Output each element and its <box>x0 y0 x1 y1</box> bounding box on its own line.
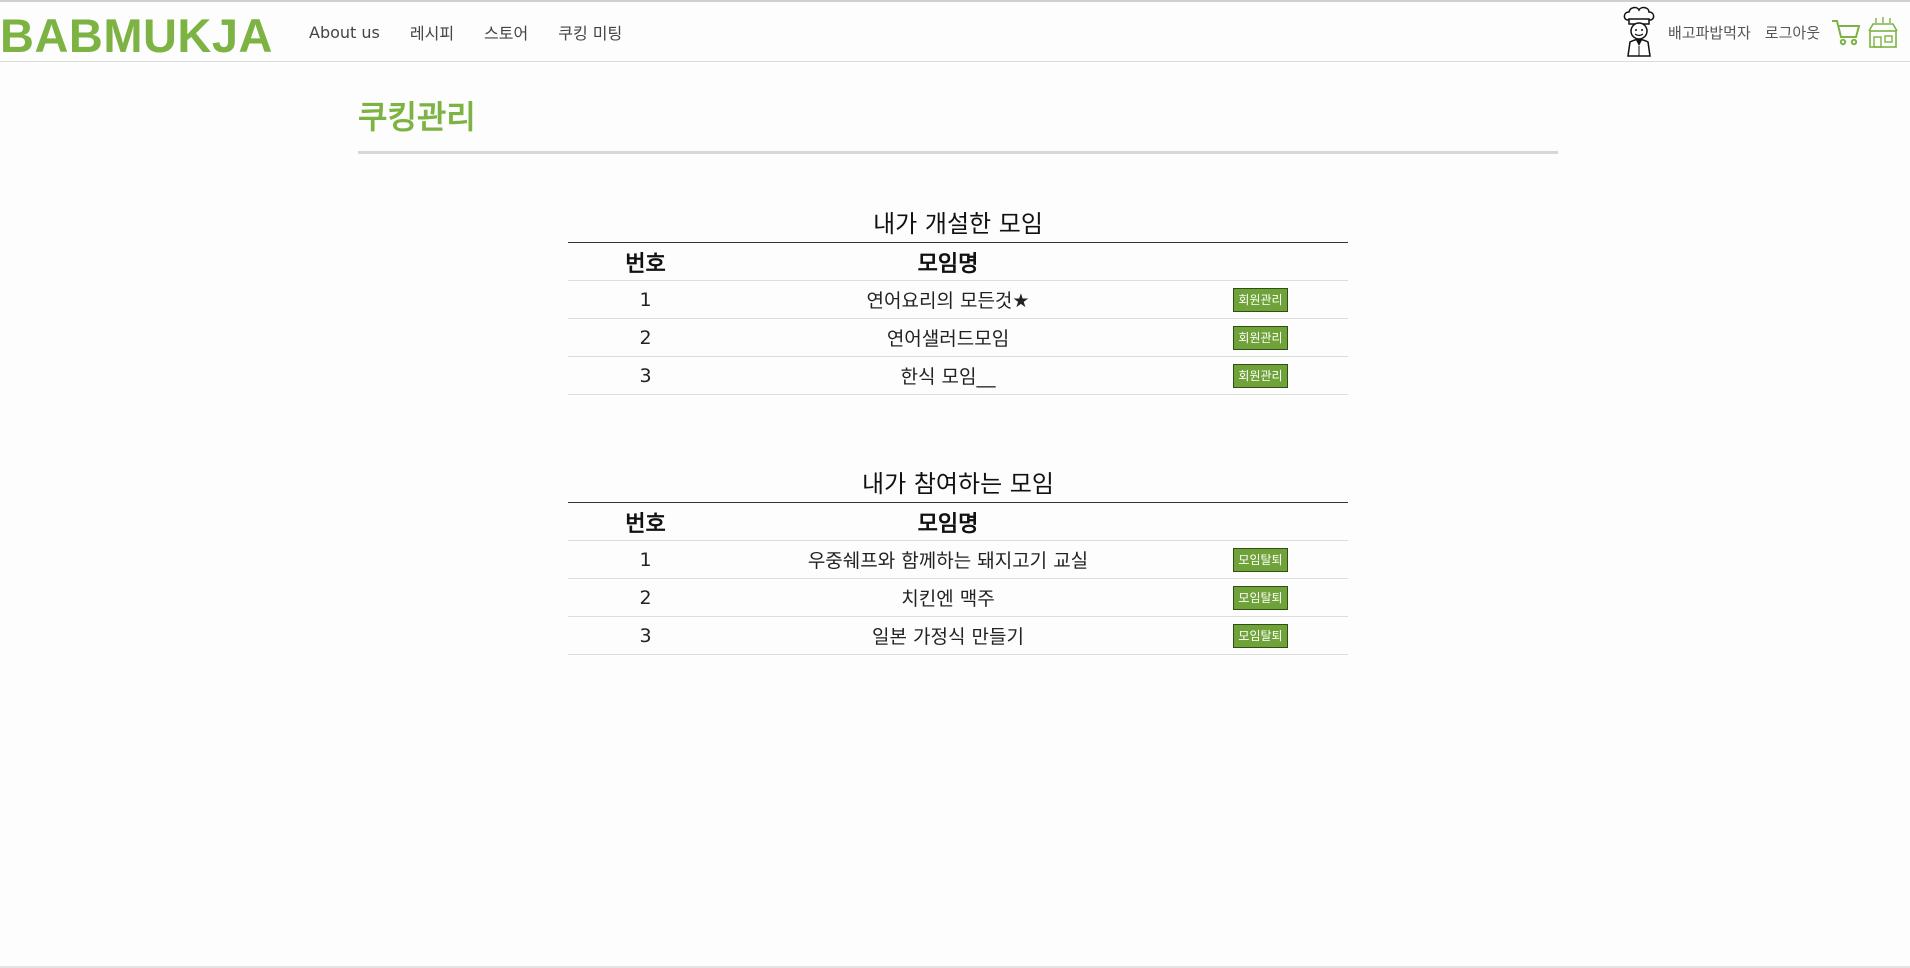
header-number: 번호 <box>568 502 723 541</box>
table-row: 2 연어샐러드모임 회원관리 <box>568 318 1348 357</box>
user-name-link[interactable]: 배고파밥먹자 <box>1668 22 1751 43</box>
user-area: 배고파밥먹자 로그아웃 <box>1619 2 1900 62</box>
row-action-cell: 회원관리 <box>1173 280 1348 319</box>
page-title: 쿠킹관리 <box>358 98 476 136</box>
joined-meetings-section: 내가 참여하는 모임 번호 모임명 1 우중쉐프와 함께하는 돼지고기 교실 모… <box>568 466 1348 655</box>
nav-recipe[interactable]: 레시피 <box>410 20 454 44</box>
row-meeting-name[interactable]: 일본 가정식 만들기 <box>723 616 1173 655</box>
table-row: 1 연어요리의 모든것★ 회원관리 <box>568 280 1348 319</box>
site-header: BABMUKJA About us 레시피 스토어 쿠킹 미팅 배고파밥먹자 로… <box>0 2 1910 62</box>
title-divider <box>358 151 1558 154</box>
header-meeting-name: 모임명 <box>723 502 1173 541</box>
table-row: 3 일본 가정식 만들기 모임탈퇴 <box>568 616 1348 655</box>
row-action-cell: 회원관리 <box>1173 356 1348 395</box>
site-logo[interactable]: BABMUKJA <box>0 8 273 64</box>
cart-icon[interactable] <box>1830 17 1862 47</box>
row-meeting-name[interactable]: 연어요리의 모든것★ <box>723 280 1173 319</box>
joined-meetings-table: 번호 모임명 1 우중쉐프와 함께하는 돼지고기 교실 모임탈퇴 2 치킨엔 맥… <box>568 502 1348 655</box>
row-number: 1 <box>568 280 723 319</box>
nav-cooking-meeting[interactable]: 쿠킹 미팅 <box>558 20 622 44</box>
header-action <box>1173 242 1348 281</box>
row-number: 1 <box>568 540 723 579</box>
store-icon[interactable] <box>1866 15 1900 49</box>
header-meeting-name: 모임명 <box>723 242 1173 281</box>
row-action-cell: 모임탈퇴 <box>1173 578 1348 617</box>
manage-members-button[interactable]: 회원관리 <box>1233 364 1288 388</box>
row-number: 3 <box>568 616 723 655</box>
header-number: 번호 <box>568 242 723 281</box>
header-action <box>1173 502 1348 541</box>
manage-members-button[interactable]: 회원관리 <box>1233 288 1288 312</box>
manage-members-button[interactable]: 회원관리 <box>1233 326 1288 350</box>
nav-about-us[interactable]: About us <box>309 23 380 42</box>
row-meeting-name[interactable]: 한식 모임__ <box>723 356 1173 395</box>
row-meeting-name[interactable]: 연어샐러드모임 <box>723 318 1173 357</box>
leave-meeting-button[interactable]: 모임탈퇴 <box>1233 586 1288 610</box>
row-meeting-name[interactable]: 우중쉐프와 함께하는 돼지고기 교실 <box>723 540 1173 579</box>
table-row: 2 치킨엔 맥주 모임탈퇴 <box>568 578 1348 617</box>
logout-link[interactable]: 로그아웃 <box>1765 22 1820 43</box>
nav-store[interactable]: 스토어 <box>484 20 528 44</box>
row-action-cell: 모임탈퇴 <box>1173 540 1348 579</box>
hosted-meetings-title: 내가 개설한 모임 <box>873 210 1043 238</box>
table-header-row: 번호 모임명 <box>568 502 1348 541</box>
leave-meeting-button[interactable]: 모임탈퇴 <box>1233 624 1288 648</box>
row-action-cell: 모임탈퇴 <box>1173 616 1348 655</box>
joined-meetings-title: 내가 참여하는 모임 <box>862 470 1054 498</box>
table-header-row: 번호 모임명 <box>568 242 1348 281</box>
row-action-cell: 회원관리 <box>1173 318 1348 357</box>
main-nav: About us 레시피 스토어 쿠킹 미팅 <box>309 2 652 62</box>
row-number: 2 <box>568 318 723 357</box>
table-row: 1 우중쉐프와 함께하는 돼지고기 교실 모임탈퇴 <box>568 540 1348 579</box>
row-number: 3 <box>568 356 723 395</box>
chef-avatar-icon[interactable] <box>1619 6 1659 58</box>
leave-meeting-button[interactable]: 모임탈퇴 <box>1233 548 1288 572</box>
hosted-meetings-table: 번호 모임명 1 연어요리의 모든것★ 회원관리 2 연어샐러드모임 회원관리 … <box>568 242 1348 395</box>
row-number: 2 <box>568 578 723 617</box>
row-meeting-name[interactable]: 치킨엔 맥주 <box>723 578 1173 617</box>
hosted-meetings-section: 내가 개설한 모임 번호 모임명 1 연어요리의 모든것★ 회원관리 2 연어샐… <box>568 206 1348 395</box>
table-row: 3 한식 모임__ 회원관리 <box>568 356 1348 395</box>
